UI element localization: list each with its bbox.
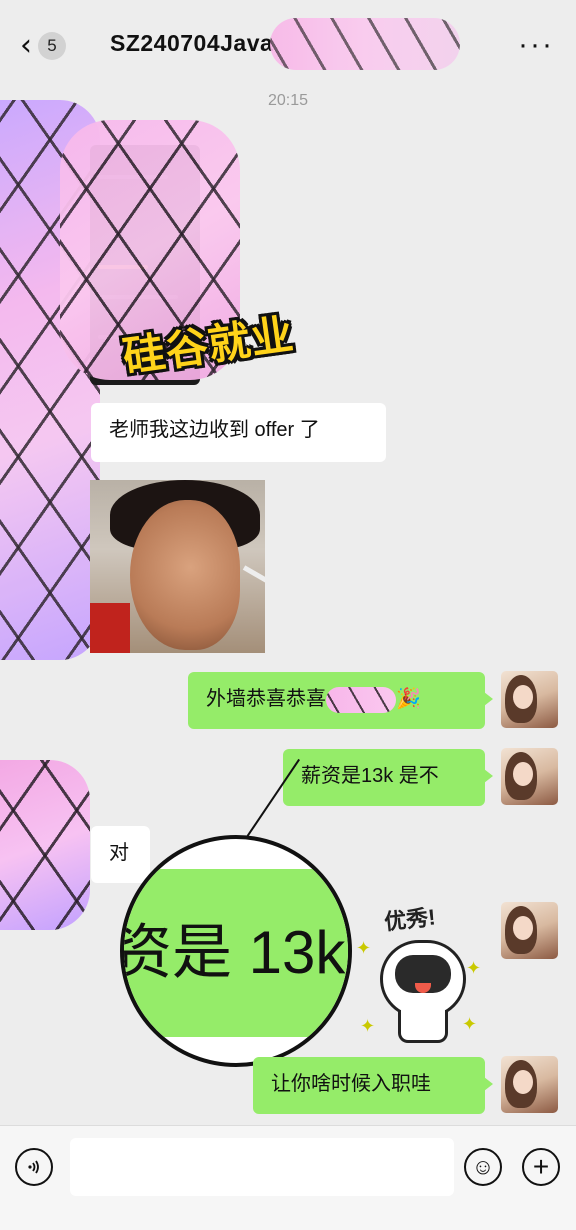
message-text: 薪资是13k 是不: [301, 765, 439, 787]
chevron-left-icon: ‹: [20, 28, 32, 63]
voice-icon[interactable]: [15, 1148, 53, 1186]
sticker-image[interactable]: 优秀! ✦ ✦ ✦ ✦: [350, 898, 486, 1048]
message-bubble[interactable]: 让你啥时候入职哇: [253, 1057, 493, 1114]
plus-glyph: +: [532, 1151, 550, 1182]
chat-title: SZ240704Java: [110, 30, 274, 56]
photo-image[interactable]: [90, 480, 265, 653]
avatar[interactable]: [501, 748, 558, 805]
magnified-text: 资是 13k: [120, 919, 346, 986]
avatar[interactable]: [501, 671, 558, 728]
avatar[interactable]: [501, 1056, 558, 1113]
voice-wave-icon: [28, 1160, 39, 1174]
plus-icon[interactable]: +: [522, 1148, 560, 1186]
message-text: 外墙恭喜恭喜: [206, 688, 326, 710]
message-bubble[interactable]: 薪资是13k 是不: [283, 749, 493, 806]
more-options-button[interactable]: ···: [518, 30, 554, 60]
chat-header: ‹ 5 SZ240704Java ···: [0, 0, 576, 90]
back-button[interactable]: ‹ 5: [20, 30, 76, 62]
message-text: 老师我这边收到 offer 了: [109, 419, 320, 441]
smiley-face-icon: ☺: [471, 1154, 495, 1179]
sticker-label: 优秀!: [382, 904, 437, 935]
input-bar: ☺ +: [0, 1125, 576, 1230]
redaction-mark: [326, 686, 396, 713]
party-popper-emoji: 🎉: [396, 688, 421, 710]
redaction-mark: [270, 18, 460, 70]
message-input[interactable]: [70, 1138, 454, 1196]
avatar[interactable]: [501, 902, 558, 959]
message-bubble[interactable]: 老师我这边收到 offer 了: [91, 403, 386, 462]
message-bubble[interactable]: 外墙恭喜恭喜 🎉: [188, 672, 493, 729]
emoji-icon[interactable]: ☺: [464, 1148, 502, 1186]
unread-count-badge: 5: [38, 32, 66, 60]
magnifier-callout: 资是 13k: [120, 835, 352, 1067]
message-text: 对: [109, 842, 129, 864]
message-text: 让你啥时候入职哇: [271, 1073, 431, 1095]
redaction-mark: [0, 760, 90, 930]
